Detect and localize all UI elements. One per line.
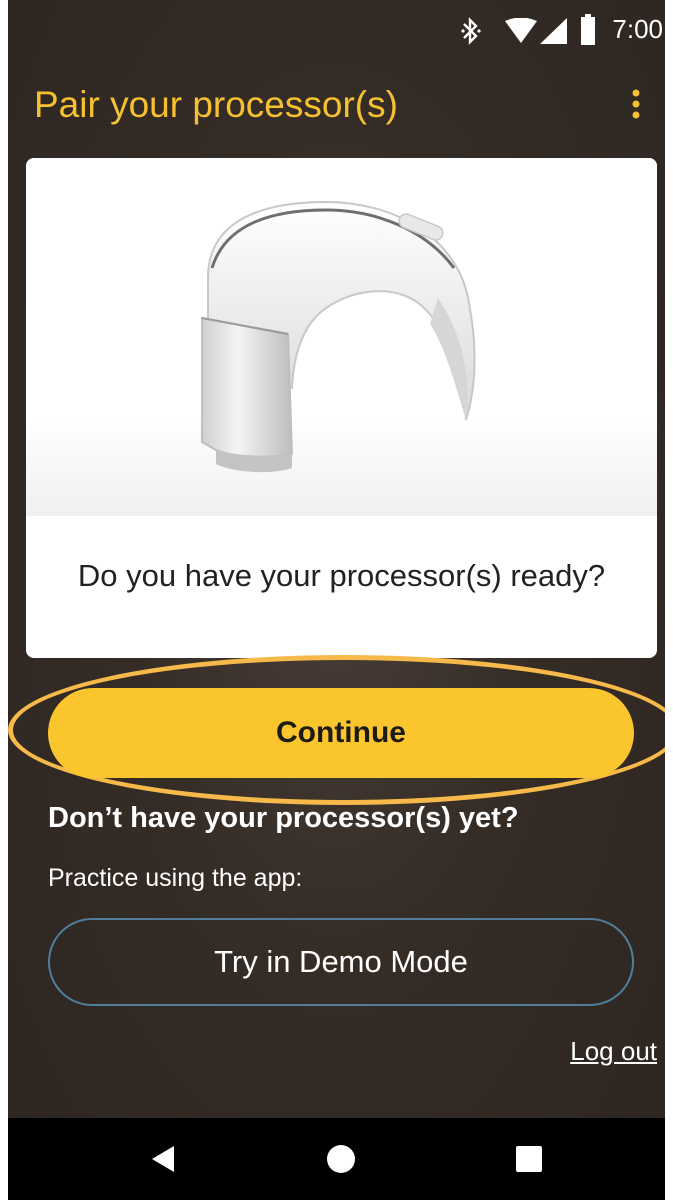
bluetooth-icon — [461, 17, 481, 45]
cellular-signal-icon — [540, 18, 567, 44]
processor-image-area — [26, 158, 657, 516]
status-bar: 7:00 — [8, 0, 665, 64]
home-icon[interactable] — [316, 1134, 366, 1184]
demo-mode-button[interactable]: Try in Demo Mode — [48, 918, 634, 1006]
page-title: Pair your processor(s) — [34, 84, 398, 125]
wifi-icon — [505, 18, 537, 43]
no-processor-heading: Don’t have your processor(s) yet? — [48, 802, 519, 834]
processor-ready-prompt: Do you have your processor(s) ready? — [77, 558, 606, 593]
more-vertical-icon[interactable] — [620, 84, 652, 128]
status-time: 7:00 — [612, 14, 663, 44]
back-icon[interactable] — [138, 1134, 188, 1184]
app-screen: 7:00 Pair your processor(s) Do you have … — [8, 0, 665, 1200]
recents-icon[interactable] — [504, 1134, 554, 1184]
logout-link[interactable]: Log out — [570, 1036, 657, 1067]
battery-icon — [581, 14, 595, 45]
sound-processor-illustration — [201, 200, 476, 473]
processor-card: Do you have your processor(s) ready? — [26, 158, 657, 658]
practice-label: Practice using the app: — [48, 864, 303, 892]
continue-button[interactable]: Continue — [48, 688, 634, 778]
navigation-bar — [8, 1118, 665, 1200]
